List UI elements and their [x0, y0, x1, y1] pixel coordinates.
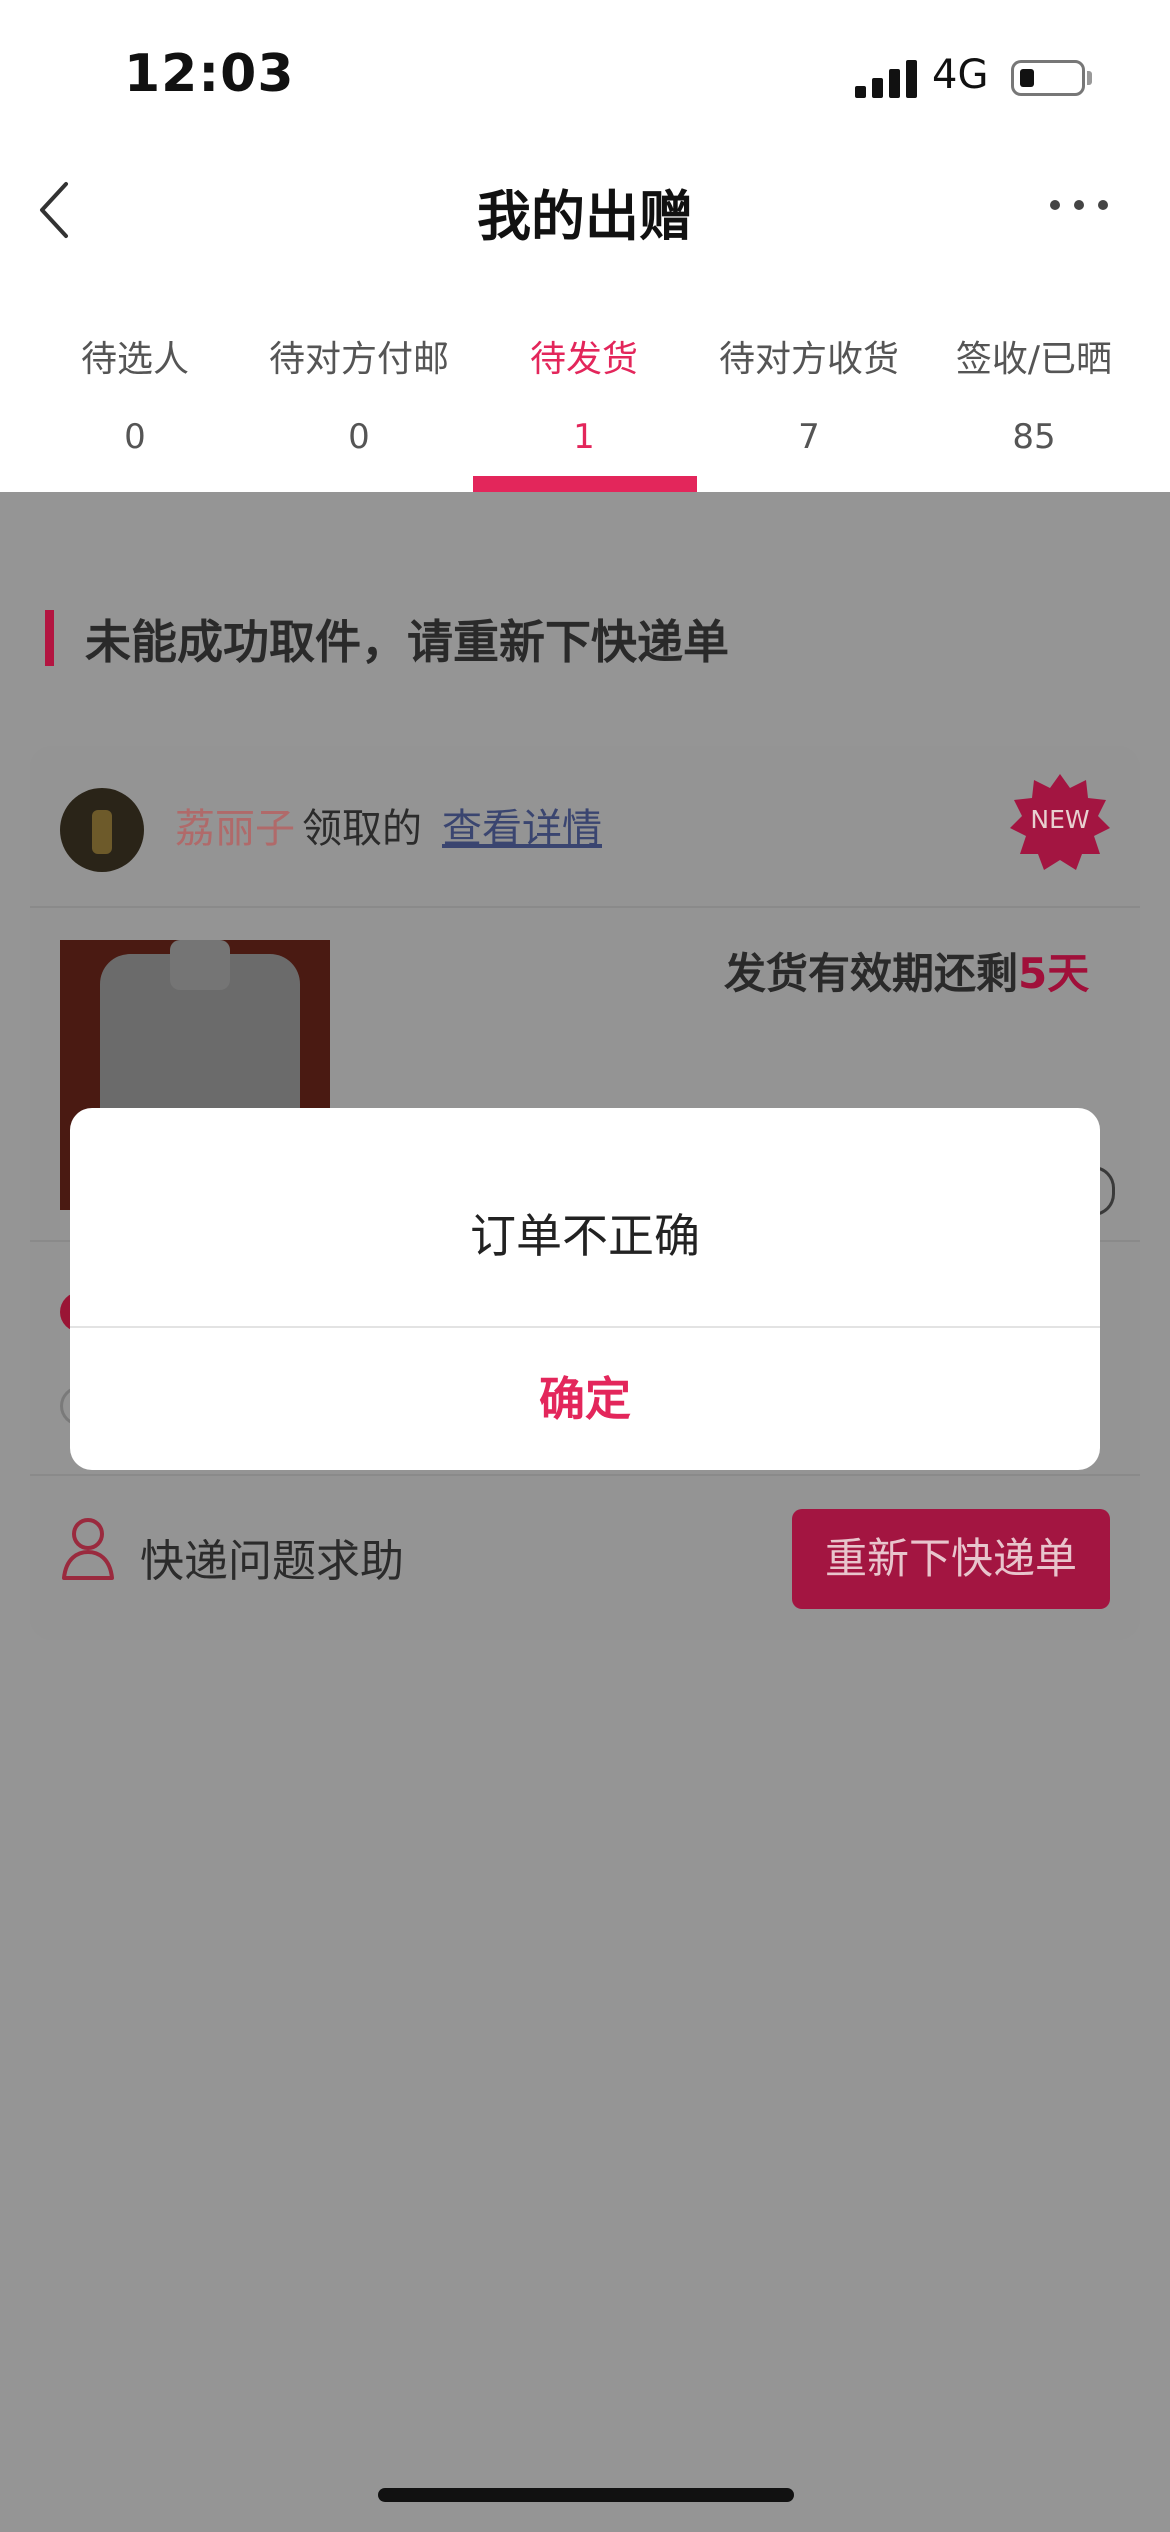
tab-count: 85: [1012, 417, 1056, 457]
tab-label: 待选人: [80, 339, 189, 380]
new-badge-label: NEW: [1030, 805, 1090, 834]
signal-icon: [855, 58, 917, 98]
section-title: 未能成功取件，请重新下快递单: [85, 615, 729, 669]
tab-count: 7: [798, 417, 820, 457]
home-indicator[interactable]: [378, 2488, 794, 2502]
avatar[interactable]: [60, 788, 144, 872]
network-type: 4G: [932, 52, 989, 98]
tab-label: 待发货: [529, 339, 638, 380]
tab-count: 0: [348, 417, 370, 457]
more-icon[interactable]: [1050, 200, 1110, 214]
deadline-days: 5天: [1018, 949, 1090, 998]
tab-pending-receipt[interactable]: 待对方收货 7: [692, 330, 926, 462]
tab-count: 0: [124, 417, 146, 457]
tab-label: 待对方付邮: [268, 339, 449, 380]
battery-icon: [1011, 60, 1085, 96]
confirm-button[interactable]: 确定: [70, 1328, 1100, 1470]
reorder-courier-button[interactable]: 重新下快递单: [792, 1509, 1110, 1609]
tab-pending-selection[interactable]: 待选人 0: [18, 330, 252, 462]
page-title: 我的出赠: [477, 185, 693, 248]
shipping-deadline: 发货有效期还剩5天: [724, 940, 1089, 1001]
alert-dialog: 订单不正确 确定: [70, 1108, 1100, 1470]
deadline-prefix: 发货有效期还剩: [724, 949, 1019, 998]
tab-label: 待对方收货: [718, 339, 899, 380]
person-icon[interactable]: [60, 1516, 116, 1580]
courier-help-link[interactable]: 快递问题求助: [140, 1525, 404, 1589]
active-tab-indicator: [473, 476, 697, 492]
battery-tip: [1087, 71, 1092, 85]
tab-label: 签收/已晒: [955, 339, 1113, 380]
section-accent-bar: [45, 610, 54, 666]
claimer-name[interactable]: 荔丽子: [175, 796, 295, 854]
tab-pending-postage[interactable]: 待对方付邮 0: [242, 330, 476, 462]
card-divider: [30, 906, 1140, 908]
claimed-text: 领取的: [302, 806, 422, 852]
alert-message: 订单不正确: [470, 1209, 700, 1263]
tab-count: 1: [573, 417, 595, 457]
status-time: 12:03: [124, 44, 295, 104]
tab-pending-shipment[interactable]: 待发货 1: [467, 330, 701, 462]
tab-received[interactable]: 签收/已晒 85: [917, 330, 1151, 462]
view-detail-link[interactable]: 查看详情: [442, 796, 602, 854]
card-divider: [30, 1474, 1140, 1476]
